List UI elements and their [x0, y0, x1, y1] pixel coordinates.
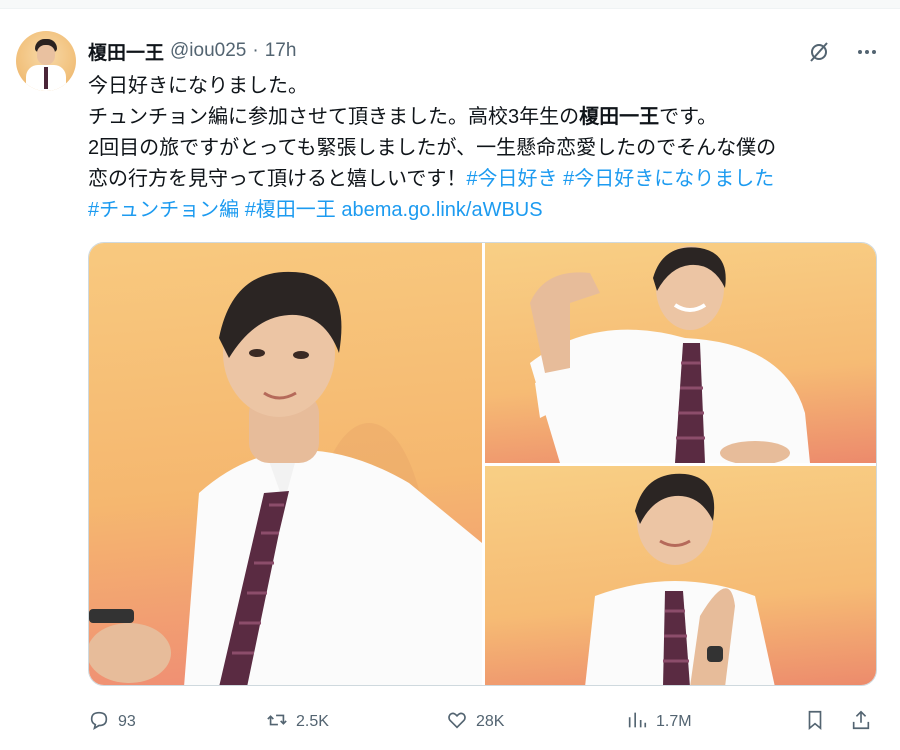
tweet-header: 榎田一王 @iou025 · 17h — [88, 38, 297, 65]
repost-icon — [266, 709, 288, 736]
more-dots-icon[interactable] — [854, 39, 880, 65]
avatar-face — [37, 45, 55, 65]
share-icon — [850, 709, 872, 736]
tweet-top-actions — [806, 39, 880, 65]
external-link[interactable]: abema.go.link/aWBUS — [341, 199, 542, 221]
reply-bubble-icon — [88, 709, 110, 736]
reply-button[interactable]: 93 — [88, 705, 136, 739]
views-chart-icon — [626, 709, 648, 736]
hashtag-link[interactable]: #榎田一王 — [245, 199, 336, 221]
tweet-actions: 93 2.5K 28K 1.7M — [88, 705, 878, 739]
media-photo-2[interactable] — [485, 243, 876, 463]
tweet-card[interactable]: 榎田一王 @iou025 · 17h 今日好きになりました。 チュンチョン編に参… — [0, 8, 900, 750]
media-photo-1[interactable] — [89, 243, 482, 685]
grok-slash-icon[interactable] — [806, 39, 832, 65]
hashtag-link[interactable]: #今日好き — [466, 168, 557, 190]
repost-button[interactable]: 2.5K — [266, 705, 329, 739]
views-count: 1.7M — [656, 713, 692, 730]
photo-2-illustration — [530, 246, 810, 463]
timestamp[interactable]: 17h — [265, 40, 297, 62]
tweet-line-1: 今日好きになりました。 — [88, 75, 308, 97]
author-handle[interactable]: @iou025 — [170, 40, 246, 62]
hashtag-link[interactable]: #今日好きになりました — [563, 168, 774, 190]
reply-count: 93 — [118, 713, 136, 730]
bold-name: 榎田一王 — [579, 106, 660, 128]
media-grid — [88, 242, 877, 686]
author-name[interactable]: 榎田一王 — [88, 38, 164, 65]
hashtag-link[interactable]: #チュンチョン編 — [88, 199, 239, 221]
separator-dot: · — [252, 40, 259, 61]
heart-icon — [446, 709, 468, 736]
like-button[interactable]: 28K — [446, 705, 504, 739]
photo-1-illustration — [89, 271, 482, 685]
media-photo-3[interactable] — [485, 466, 876, 685]
tweet-line-3: 2回目の旅ですがとっても緊張しましたが、一生懸命恋愛したのでそんな僕の — [88, 137, 777, 159]
views-button[interactable]: 1.7M — [626, 705, 692, 739]
repost-count: 2.5K — [296, 713, 329, 730]
bookmark-icon — [804, 709, 826, 736]
share-button[interactable] — [850, 705, 872, 739]
tweet-line-2: チュンチョン編に参加させて頂きました。高校3年生の榎田一王です。 — [88, 106, 718, 128]
like-count: 28K — [476, 713, 505, 730]
bookmark-button[interactable] — [804, 705, 826, 739]
tweet-line-5: #チュンチョン編 #榎田一王 abema.go.link/aWBUS — [88, 195, 888, 226]
tweet-text: 今日好きになりました。 チュンチョン編に参加させて頂きました。高校3年生の榎田一… — [88, 71, 888, 226]
avatar[interactable] — [16, 31, 76, 91]
avatar-tie — [44, 67, 48, 89]
photo-3-illustration — [585, 473, 775, 685]
tweet-line-4: 恋の行方を見守って頂けると嬉しいです！#今日好き #今日好きになりました — [88, 168, 775, 190]
